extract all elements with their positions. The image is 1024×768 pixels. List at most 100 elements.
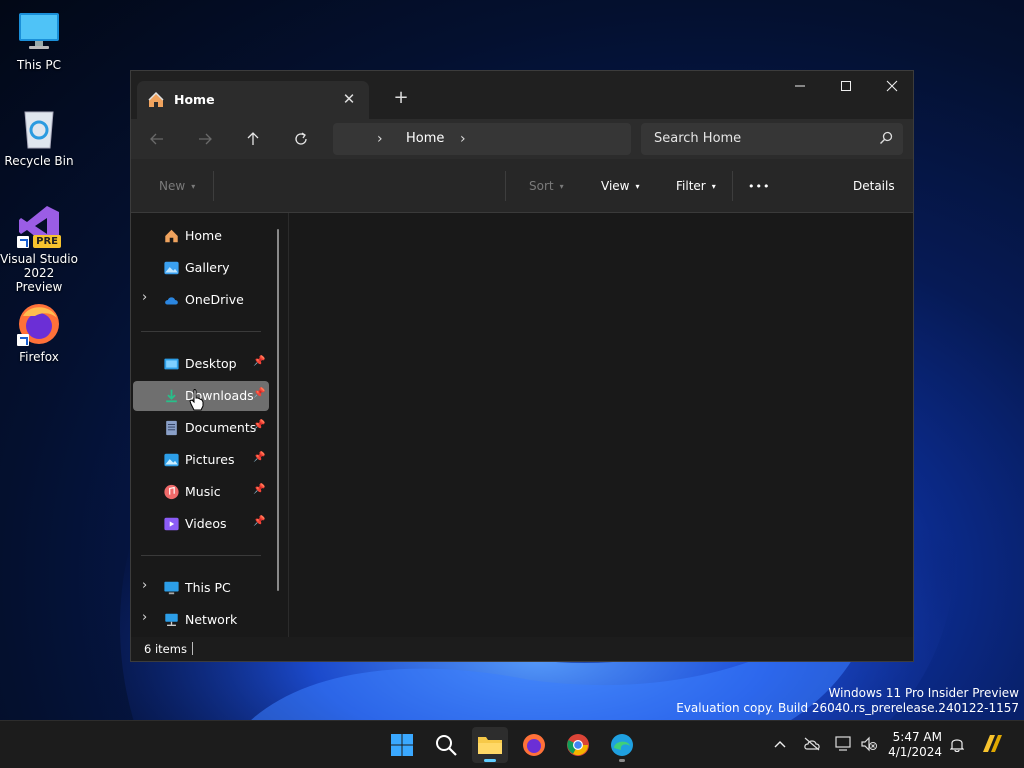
taskbar-file-explorer[interactable]	[472, 727, 508, 763]
monitor-icon	[17, 10, 61, 54]
desktop-icon-firefox[interactable]: Firefox	[0, 302, 78, 364]
chevron-right-icon[interactable]: ›	[460, 131, 466, 147]
details-button[interactable]: Details	[853, 159, 895, 213]
chevron-down-icon: ▾	[559, 182, 564, 191]
pin-icon[interactable]: 📌	[253, 484, 265, 495]
new-button[interactable]: New ▾	[159, 159, 195, 213]
recycle-bin-icon	[17, 106, 61, 150]
close-tab-button[interactable]: ✕	[337, 87, 361, 111]
cloud-offline-icon	[804, 737, 820, 751]
taskbar-chrome[interactable]	[560, 727, 596, 763]
sidebar-item-pictures[interactable]: Pictures 📌	[133, 445, 269, 475]
navigation-pane: Home Gallery › OneDrive Desktop 📌 Downlo…	[131, 213, 289, 639]
network-icon	[165, 613, 178, 626]
firefox-icon	[523, 734, 545, 756]
speaker-muted-icon	[861, 736, 877, 752]
status-separator	[192, 642, 193, 655]
desktop-folder-icon	[164, 358, 179, 370]
search-input[interactable]: Search Home	[641, 123, 903, 155]
shortcut-arrow-icon	[17, 236, 29, 248]
active-indicator	[484, 759, 496, 762]
sidebar-item-onedrive[interactable]: › OneDrive	[133, 285, 269, 315]
divider	[505, 171, 506, 201]
hand-cursor-icon	[189, 389, 204, 411]
pane-splitter[interactable]	[288, 213, 289, 639]
visual-studio-icon: PRE	[17, 204, 61, 248]
sidebar-item-home[interactable]: Home	[133, 221, 269, 251]
filter-button[interactable]: Filter ▾	[676, 159, 716, 213]
sidebar-item-music[interactable]: Music 📌	[133, 477, 269, 507]
edge-icon	[611, 734, 633, 756]
windows-logo-icon	[391, 734, 413, 756]
maximize-button[interactable]	[823, 71, 869, 101]
onedrive-cloud-icon	[165, 297, 178, 305]
minimize-button[interactable]	[777, 71, 823, 101]
view-button[interactable]: View ▾	[601, 159, 640, 213]
music-icon	[164, 484, 179, 500]
network-status-button[interactable]	[833, 733, 855, 755]
close-window-button[interactable]	[869, 71, 915, 101]
file-explorer-window: Home ✕ + › Home › Search Home New ▾ Sort…	[130, 70, 914, 662]
sidebar-scrollbar[interactable]	[277, 229, 279, 591]
pin-icon[interactable]: 📌	[253, 388, 265, 399]
notifications-button[interactable]	[946, 733, 968, 755]
breadcrumb-home[interactable]: Home	[406, 131, 444, 146]
search-icon	[436, 735, 457, 756]
pin-icon[interactable]: 📌	[253, 356, 265, 367]
item-count: 6 items	[144, 642, 187, 656]
chrome-icon	[567, 734, 589, 756]
insider-watermark: Windows 11 Pro Insider Preview Evaluatio…	[676, 686, 1019, 715]
start-button[interactable]	[384, 727, 420, 763]
chevron-right-icon[interactable]: ›	[142, 610, 147, 625]
title-bar: Home ✕ +	[131, 71, 913, 119]
chevron-down-icon: ▾	[635, 182, 640, 191]
more-options-button[interactable]: •••	[748, 159, 770, 213]
onedrive-status-button[interactable]	[801, 733, 823, 755]
chevron-right-icon[interactable]: ›	[142, 290, 147, 305]
status-bar: 6 items	[131, 637, 913, 661]
taskbar-firefox[interactable]	[516, 727, 552, 763]
sidebar-divider	[141, 555, 261, 556]
sidebar-divider	[141, 331, 261, 332]
desktop-icon-this-pc[interactable]: This PC	[0, 10, 78, 72]
up-button[interactable]	[237, 123, 269, 155]
download-icon	[166, 389, 177, 403]
pin-icon[interactable]: 📌	[253, 420, 265, 431]
refresh-button[interactable]	[285, 123, 317, 155]
back-button[interactable]	[141, 123, 173, 155]
firefox-icon	[17, 302, 61, 346]
address-bar[interactable]: › Home ›	[333, 123, 631, 155]
new-tab-button[interactable]: +	[389, 85, 413, 109]
desktop-icon-visual-studio[interactable]: PRE Visual Studio 2022 Preview	[0, 204, 78, 294]
show-hidden-icons-button[interactable]	[769, 733, 791, 755]
navigation-bar: › Home › Search Home	[131, 119, 913, 159]
tab-home[interactable]: Home ✕	[137, 81, 369, 119]
chevron-right-icon[interactable]: ›	[377, 131, 383, 147]
sort-button[interactable]: Sort ▾	[529, 159, 564, 213]
sidebar-item-videos[interactable]: Videos 📌	[133, 509, 269, 539]
pin-icon[interactable]: 📌	[253, 516, 265, 527]
chevron-down-icon: ▾	[711, 182, 716, 191]
sidebar-item-this-pc[interactable]: › This PC	[133, 573, 269, 603]
chevron-down-icon: ▾	[191, 182, 196, 191]
pin-icon[interactable]: 📌	[253, 452, 265, 463]
taskbar-edge[interactable]	[604, 727, 640, 763]
videos-icon	[164, 517, 179, 531]
desktop-icon-recycle-bin[interactable]: Recycle Bin	[0, 106, 78, 168]
search-icon	[880, 131, 893, 144]
dev-home-preview-button[interactable]	[979, 731, 1005, 757]
volume-button[interactable]	[858, 733, 880, 755]
refresh-icon	[295, 132, 307, 145]
monitor-icon	[164, 581, 179, 595]
search-button[interactable]	[428, 727, 464, 763]
taskbar: 5:47 AM 4/1/2024	[0, 720, 1024, 768]
sidebar-item-network[interactable]: › Network	[133, 605, 269, 635]
arrow-left-icon	[150, 133, 163, 145]
search-placeholder: Search Home	[654, 131, 742, 146]
chevron-right-icon[interactable]: ›	[142, 578, 147, 593]
sidebar-item-gallery[interactable]: Gallery	[133, 253, 269, 283]
taskbar-clock[interactable]: 5:47 AM 4/1/2024	[886, 730, 942, 760]
sidebar-item-desktop[interactable]: Desktop 📌	[133, 349, 269, 379]
sidebar-item-documents[interactable]: Documents 📌	[133, 413, 269, 443]
forward-button[interactable]	[189, 123, 221, 155]
